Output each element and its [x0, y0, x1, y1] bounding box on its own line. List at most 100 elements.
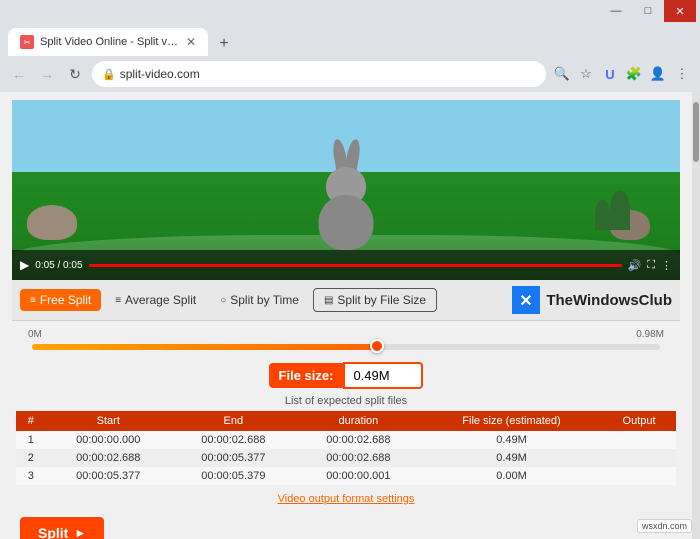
profile-icon[interactable]: 👤	[648, 64, 668, 84]
fullscreen-icon[interactable]: ⛶	[647, 259, 655, 272]
split-time-icon: ○	[220, 295, 226, 306]
rock-left	[27, 205, 77, 240]
slider-max-label: 0.98M	[636, 329, 664, 340]
table-row: 200:00:02.68800:00:05.37700:00:02.6880.4…	[16, 449, 676, 467]
tab-free-split[interactable]: ≡ Free Split	[20, 289, 101, 311]
address-bar: ← → ↻ 🔒 split-video.com 🔍 ☆ U 🧩 👤 ⋮	[0, 56, 700, 92]
col-duration: duration	[296, 411, 421, 431]
scrollbar-thumb[interactable]	[693, 102, 699, 162]
filesize-row: File size:	[12, 362, 680, 389]
split-tabs-row: ≡ Free Split ≡ Average Split ○ Split by …	[12, 280, 680, 321]
table-header-row: # Start End duration File size (estimate…	[16, 411, 676, 431]
browser-frame: — □ ✕ ✂ Split Video Online - Split video…	[0, 0, 700, 539]
extensions-icon[interactable]: 🧩	[624, 64, 644, 84]
split-button-arrow-icon: ►	[74, 526, 86, 539]
bunny-torso	[319, 195, 374, 250]
free-split-label: Free Split	[40, 293, 91, 307]
col-start: Start	[46, 411, 171, 431]
browser-toolbar: 🔍 ☆ U 🧩 👤 ⋮	[552, 64, 692, 84]
time-display: 0:05 / 0:05	[35, 260, 82, 271]
table-cell-2-2: 00:00:05.379	[171, 467, 296, 485]
slider-fill	[32, 344, 377, 350]
search-icon[interactable]: 🔍	[552, 64, 572, 84]
table-cell-1-0: 2	[16, 449, 46, 467]
table-row: 100:00:00.00000:00:02.68800:00:02.6880.4…	[16, 431, 676, 449]
tab-bar: ✂ Split Video Online - Split video ... ✕…	[0, 22, 700, 56]
back-button[interactable]: ←	[8, 63, 30, 85]
close-button[interactable]: ✕	[664, 0, 696, 22]
slider-area: 0M 0.98M	[12, 321, 680, 358]
more-options-icon[interactable]: ⋮	[661, 259, 672, 272]
tab-split-by-filesize[interactable]: ▤ Split by File Size	[313, 288, 437, 312]
wsxdn-badge: wsxdn.com	[637, 519, 692, 533]
table-row: 300:00:05.37700:00:05.37900:00:00.0010.0…	[16, 467, 676, 485]
url-bar[interactable]: 🔒 split-video.com	[92, 61, 546, 87]
slider-thumb[interactable]	[370, 339, 384, 353]
play-button[interactable]: ▶	[20, 258, 29, 272]
tab-close-icon[interactable]: ✕	[186, 35, 196, 49]
split-button[interactable]: Split ►	[20, 517, 104, 539]
average-split-label: Average Split	[125, 293, 196, 307]
tab-favicon: ✂	[20, 35, 34, 49]
split-filesize-label: Split by File Size	[337, 293, 426, 307]
col-end: End	[171, 411, 296, 431]
browser-tab-active[interactable]: ✂ Split Video Online - Split video ... ✕	[8, 28, 208, 56]
slider-track[interactable]	[32, 344, 660, 350]
col-num: #	[16, 411, 46, 431]
filesize-input[interactable]	[343, 362, 423, 389]
table-body: 100:00:00.00000:00:02.68800:00:02.6880.4…	[16, 431, 676, 485]
lock-icon: 🔒	[102, 68, 116, 81]
table-cell-1-2: 00:00:05.377	[171, 449, 296, 467]
forward-button[interactable]: →	[36, 63, 58, 85]
split-time-label: Split by Time	[230, 293, 299, 307]
free-split-icon: ≡	[30, 295, 36, 306]
tab-title: Split Video Online - Split video ...	[40, 36, 180, 48]
table-cell-1-4: 0.49M	[421, 449, 602, 467]
reload-button[interactable]: ↻	[64, 63, 86, 85]
maximize-button[interactable]: □	[632, 0, 664, 22]
url-text: split-video.com	[120, 67, 536, 81]
table-cell-2-4: 0.00M	[421, 467, 602, 485]
col-output: Output	[602, 411, 676, 431]
twc-icon: ✕	[512, 286, 540, 314]
new-tab-button[interactable]: +	[212, 32, 236, 56]
page-area: ▶ 0:05 / 0:05 🔊 ⛶ ⋮ ≡	[0, 92, 700, 539]
video-controls: ▶ 0:05 / 0:05 🔊 ⛶ ⋮	[12, 250, 680, 280]
table-cell-2-1: 00:00:05.377	[46, 467, 171, 485]
table-cell-0-4: 0.49M	[421, 431, 602, 449]
table-cell-2-0: 3	[16, 467, 46, 485]
filesize-label: File size:	[269, 363, 344, 388]
title-bar: — □ ✕	[0, 0, 700, 22]
table-cell-2-3: 00:00:00.001	[296, 467, 421, 485]
split-button-area: Split ►	[12, 509, 680, 539]
split-button-label: Split	[38, 525, 68, 539]
table-cell-0-5	[602, 431, 676, 449]
twc-name: TheWindowsClub	[546, 292, 672, 309]
col-filesize: File size (estimated)	[421, 411, 602, 431]
table-cell-1-3: 00:00:02.688	[296, 449, 421, 467]
split-filesize-icon: ▤	[324, 295, 333, 306]
tab-average-split[interactable]: ≡ Average Split	[105, 289, 206, 311]
menu-icon[interactable]: ⋮	[672, 64, 692, 84]
table-section: List of expected split files # Start End…	[16, 395, 676, 485]
video-player: ▶ 0:05 / 0:05 🔊 ⛶ ⋮	[12, 100, 680, 280]
table-title: List of expected split files	[16, 395, 676, 407]
table-cell-1-1: 00:00:02.688	[46, 449, 171, 467]
scrollbar[interactable]	[692, 92, 700, 539]
star-icon[interactable]: ☆	[576, 64, 596, 84]
tab-split-by-time[interactable]: ○ Split by Time	[210, 289, 309, 311]
format-link-row: Video output format settings	[12, 491, 680, 505]
split-files-table: # Start End duration File size (estimate…	[16, 411, 676, 485]
minimize-button[interactable]: —	[600, 0, 632, 22]
extension-icon[interactable]: U	[600, 64, 620, 84]
format-settings-link[interactable]: Video output format settings	[278, 493, 415, 505]
table-cell-1-5	[602, 449, 676, 467]
twc-logo: ✕ TheWindowsClub	[512, 286, 672, 314]
average-split-icon: ≡	[115, 295, 121, 306]
table-cell-0-3: 00:00:02.688	[296, 431, 421, 449]
table-cell-0-2: 00:00:02.688	[171, 431, 296, 449]
volume-icon[interactable]: 🔊	[628, 259, 642, 272]
svg-text:✕: ✕	[520, 293, 533, 310]
video-progress-bar[interactable]	[89, 264, 622, 267]
tree-1	[610, 190, 630, 230]
